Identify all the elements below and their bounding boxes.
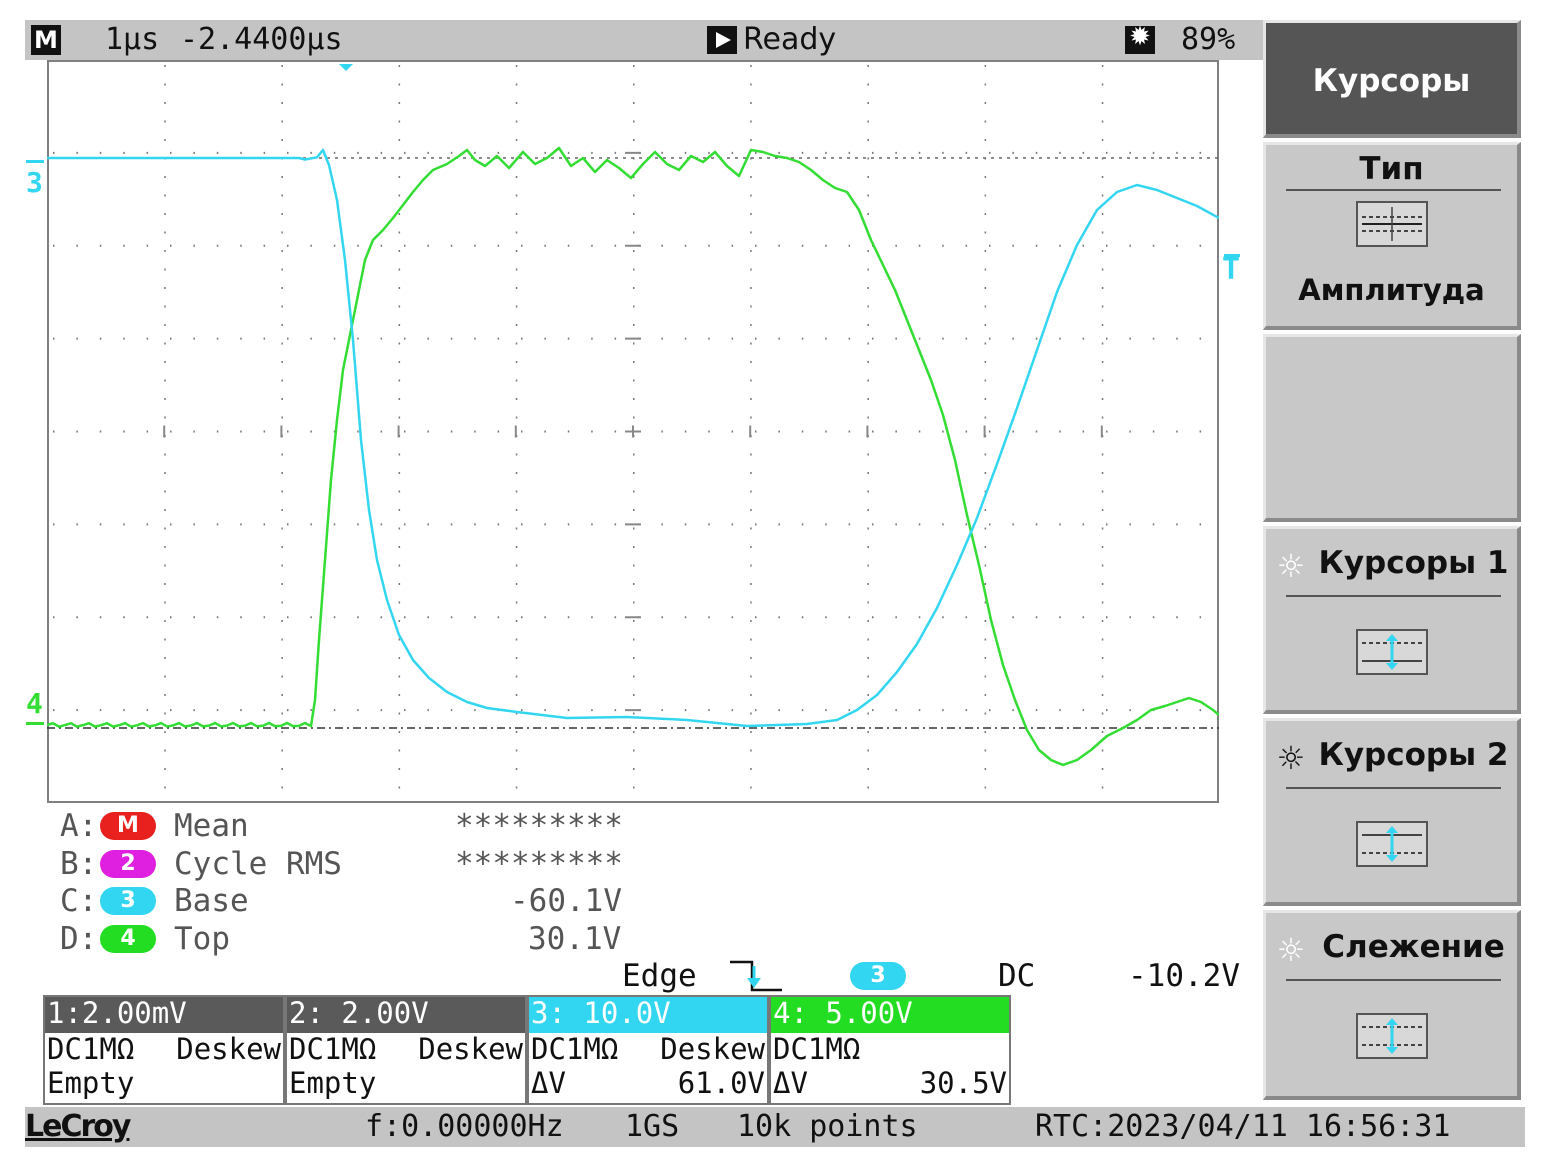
cursor-move-icon [1356, 629, 1428, 675]
menu-empty-slot [1263, 334, 1521, 522]
trigger-type[interactable]: Edge [622, 958, 697, 994]
meas-name[interactable]: Mean [174, 808, 249, 844]
brightness-icon[interactable] [1125, 22, 1155, 54]
ch3-level-tick [26, 160, 44, 163]
cursor2-label: Курсоры 2 [1318, 737, 1509, 773]
brand-logo: LeCroy [25, 1109, 131, 1144]
meas-value: -60.1V [510, 883, 622, 919]
meas-name[interactable]: Cycle RMS [174, 846, 342, 882]
meas-slot: A: [60, 808, 98, 844]
trigger-source-badge[interactable]: 3 [850, 962, 906, 990]
channel-deskew: Deskew [660, 1032, 765, 1066]
channel-coupling: DC1MΩ [773, 1032, 861, 1066]
menu-cursors-title[interactable]: Курсоры [1263, 20, 1521, 138]
channel-coupling: DC1MΩ [289, 1032, 377, 1066]
channel-header: 3: 10.0V [529, 997, 767, 1033]
trigger-level-marker[interactable]: T [1222, 252, 1240, 287]
channel-header: 1:2.00mV [45, 997, 283, 1033]
trigger-coupling[interactable]: DC [998, 958, 1035, 994]
channel-line2-left: Empty [289, 1066, 377, 1100]
menu-cursor1-button[interactable]: ☼ Курсоры 1 [1263, 526, 1521, 714]
meas-value: 30.1V [528, 921, 622, 957]
cursor-move-icon [1356, 821, 1428, 867]
menu-tracking-button[interactable]: ☼ Слежение [1263, 910, 1521, 1100]
channel-line2-left: Empty [47, 1066, 135, 1100]
meas-slot: B: [60, 846, 98, 882]
meas-source-badge[interactable]: 2 [100, 850, 156, 878]
status-bar: M 1µs -2.4400µs Ready 89% [25, 20, 1263, 60]
meas-slot: D: [60, 921, 98, 957]
meas-source-badge[interactable]: 3 [100, 887, 156, 915]
ch3-level-marker[interactable]: 3 [26, 166, 43, 199]
meas-name[interactable]: Top [174, 921, 230, 957]
channel-3-box[interactable]: 3: 10.0V DC1MΩ Deskew ΔV 61.0V [527, 995, 769, 1105]
channel-deskew: Deskew [176, 1032, 281, 1066]
meas-slot: C: [60, 883, 98, 919]
channel-header: 2: 2.00V [287, 997, 525, 1033]
channel-coupling: DC1MΩ [47, 1032, 135, 1066]
channel-line2-left: ΔV [773, 1066, 808, 1100]
math-mode-badge[interactable]: M [31, 25, 61, 55]
bottom-status-bar: LeCroy f:0.00000Hz 1GS 10k points RTC:20… [25, 1107, 1525, 1147]
waveform-grid[interactable] [47, 60, 1219, 803]
run-state: Ready [743, 22, 837, 57]
trigger-delay-readout[interactable]: -2.4400µs [180, 22, 343, 58]
channel-deskew: Deskew [418, 1032, 523, 1066]
trigger-level-tick [1224, 254, 1240, 257]
channel-1-box[interactable]: 1:2.00mV DC1MΩ Deskew Empty [43, 995, 285, 1105]
channel-header: 4: 5.00V [771, 997, 1009, 1033]
brightness-value: 89% [1181, 22, 1236, 57]
meas-source-badge[interactable]: 4 [100, 925, 156, 953]
tracking-label: Слежение [1322, 929, 1505, 965]
channel-line2-left: ΔV [531, 1066, 566, 1100]
ch4-level-marker[interactable]: 4 [26, 687, 43, 720]
cursor-move-icon [1356, 1013, 1428, 1059]
type-value: Амплитуда [1298, 273, 1485, 307]
play-icon[interactable] [707, 26, 737, 54]
falling-edge-icon [730, 960, 782, 992]
memory-depth[interactable]: 10k points [737, 1109, 918, 1145]
rtc-clock: RTC:2023/04/11 16:56:31 [1035, 1109, 1451, 1144]
menu-type-button[interactable]: Тип Амплитуда [1263, 142, 1521, 330]
cursor1-label: Курсоры 1 [1318, 545, 1509, 581]
channel-line2-right: 30.5V [919, 1066, 1007, 1100]
menu-cursor2-button[interactable]: ☼ Курсоры 2 [1263, 718, 1521, 906]
channel-4-box[interactable]: 4: 5.00V DC1MΩ ΔV 30.5V [769, 995, 1011, 1105]
meas-value: ********* [455, 846, 623, 882]
meas-source-badge[interactable]: M [100, 812, 156, 840]
timebase-readout[interactable]: 1µs [105, 22, 159, 58]
channel-2-box[interactable]: 2: 2.00V DC1MΩ Deskew Empty [285, 995, 527, 1105]
amplitude-cursor-icon [1356, 201, 1428, 247]
channel-line2-right: 61.0V [677, 1066, 765, 1100]
trigger-level[interactable]: -10.2V [1128, 958, 1240, 994]
frequency-counter: f:0.00000Hz [365, 1109, 564, 1144]
ch4-level-tick [26, 722, 44, 725]
meas-name[interactable]: Base [174, 883, 249, 919]
meas-value: ********* [455, 808, 623, 844]
type-label: Тип [1359, 151, 1424, 187]
sample-rate: 1GS [625, 1109, 680, 1144]
channel-coupling: DC1MΩ [531, 1032, 619, 1066]
